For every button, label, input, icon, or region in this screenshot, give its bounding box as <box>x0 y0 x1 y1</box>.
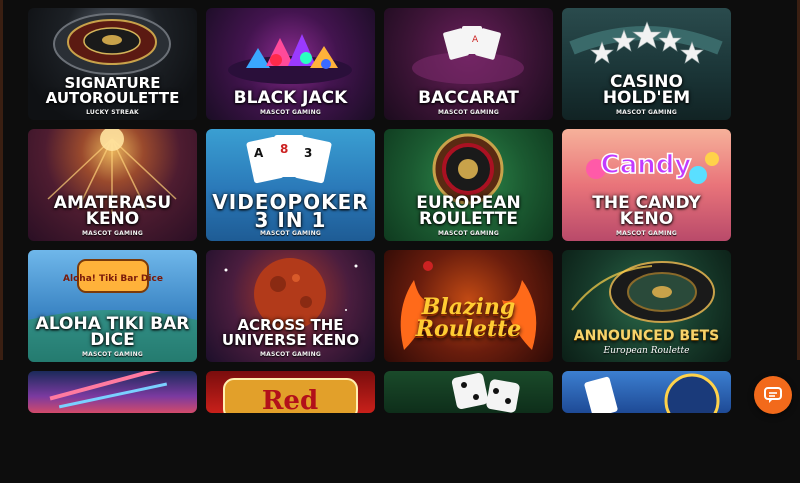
game-tile-black-jack[interactable]: Black Jack MASCOT GAMING <box>206 8 375 120</box>
game-tile-partial-4[interactable] <box>562 371 731 413</box>
game-title: The Candy Keno <box>592 193 701 229</box>
game-provider: MASCOT GAMING <box>438 109 499 116</box>
red-logo-icon: Red <box>223 378 358 413</box>
chat-button[interactable] <box>754 376 792 414</box>
game-tile-announced-bets[interactable]: Announced Bets European Roulette <box>562 250 731 362</box>
game-provider: LUCKY STREAK <box>86 109 139 116</box>
game-tile-signature-autoroulette[interactable]: Signature Autoroulette LUCKY STREAK <box>28 8 197 120</box>
game-subtitle: European Roulette <box>603 346 690 356</box>
game-provider: MASCOT GAMING <box>82 230 143 237</box>
game-tile-blazing-roulette[interactable]: Blazing Roulette <box>384 250 553 362</box>
game-provider: MASCOT GAMING <box>260 351 321 358</box>
game-provider: MASCOT GAMING <box>260 230 321 237</box>
game-title: European Roulette <box>416 193 521 229</box>
game-title: Aloha Tiki Bar Dice <box>35 314 190 350</box>
cards-icon <box>584 373 720 413</box>
game-tile-videopoker[interactable]: A 8 3 VideoPoker 3 in 1 MASCOT GAMING <box>206 129 375 241</box>
game-title: Baccarat <box>418 88 519 108</box>
game-tile-partial-2[interactable]: Red <box>206 371 375 413</box>
game-title: Black Jack <box>233 88 348 108</box>
svg-text:A: A <box>254 146 264 160</box>
game-title: Blazing Roulette <box>415 294 522 342</box>
game-tile-european-roulette[interactable]: European Roulette MASCOT GAMING <box>384 129 553 241</box>
game-provider: MASCOT GAMING <box>260 109 321 116</box>
game-provider: MASCOT GAMING <box>82 351 143 358</box>
game-title: VideoPoker 3 in 1 <box>212 190 369 232</box>
chat-icon <box>764 387 782 403</box>
game-tile-casino-holdem[interactable]: Casino Hold'em MASCOT GAMING <box>562 8 731 120</box>
lights-icon <box>49 371 168 409</box>
game-title: Signature Autoroulette <box>45 74 180 107</box>
game-tile-partial-3[interactable] <box>384 371 553 413</box>
svg-text:8: 8 <box>280 142 288 156</box>
game-tile-baccarat[interactable]: A Baccarat MASCOT GAMING <box>384 8 553 120</box>
game-tile-aloha-tiki-bar-dice[interactable]: Aloha! Tiki Bar Dice Aloha Tiki Bar Dice… <box>28 250 197 362</box>
tiki-logo-text: Aloha! Tiki Bar Dice <box>63 274 163 284</box>
game-tile-partial-1[interactable] <box>28 371 197 413</box>
candy-logo-text: Candy <box>601 150 692 180</box>
game-provider: MASCOT GAMING <box>438 230 499 237</box>
game-tile-amaterasu-keno[interactable]: Amaterasu Keno MASCOT GAMING <box>28 129 197 241</box>
game-title: Announced Bets <box>573 328 720 344</box>
svg-text:3: 3 <box>304 146 312 160</box>
game-provider: MASCOT GAMING <box>616 230 677 237</box>
svg-text:A: A <box>472 35 479 45</box>
game-title: Amaterasu Keno <box>53 193 172 229</box>
game-title: Across the Universe Keno <box>221 316 360 349</box>
red-logo-text: Red <box>262 386 318 413</box>
game-provider: MASCOT GAMING <box>616 109 677 116</box>
dice-icon <box>451 372 520 413</box>
left-edge-decoration <box>0 0 3 360</box>
game-tile-candy-keno[interactable]: Candy The Candy Keno MASCOT GAMING <box>562 129 731 241</box>
game-tile-across-the-universe-keno[interactable]: Across the Universe Keno MASCOT GAMING <box>206 250 375 362</box>
game-title: Casino Hold'em <box>602 72 691 108</box>
game-grid: Signature Autoroulette LUCKY STREAK Blac… <box>28 8 731 483</box>
